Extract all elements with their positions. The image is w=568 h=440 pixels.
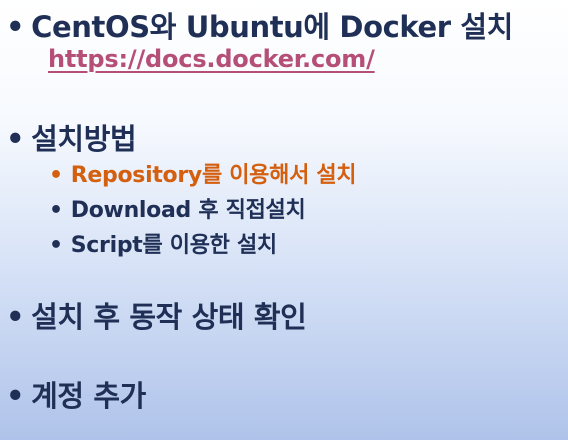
bullet-icon: • bbox=[6, 10, 25, 44]
docker-docs-link[interactable]: https://docs.docker.com/ bbox=[48, 45, 375, 73]
bullet-text: 계정 추가 bbox=[31, 379, 146, 413]
subbullet-repository-install: • Repository를 이용해서 설치 bbox=[49, 157, 357, 189]
bullet-icon: • bbox=[49, 233, 63, 258]
bullet-text: CentOS와 Ubuntu에 Docker 설치 bbox=[31, 10, 513, 44]
bullet-icon: • bbox=[49, 163, 63, 188]
subbullet-text: Download 후 직접설치 bbox=[70, 198, 306, 223]
subbullet-text: Repository를 이용해서 설치 bbox=[70, 163, 357, 188]
bullet-post-install-check: • 설치 후 동작 상태 확인 bbox=[6, 294, 307, 336]
subbullet-text: Script를 이용한 설치 bbox=[70, 233, 277, 258]
bullet-icon: • bbox=[49, 198, 63, 223]
bullet-icon: • bbox=[6, 379, 25, 413]
bullet-text: 설치 후 동작 상태 확인 bbox=[31, 300, 307, 334]
bullet-text: 설치방법 bbox=[31, 122, 137, 156]
subbullet-download-install: • Download 후 직접설치 bbox=[49, 192, 306, 224]
bullet-install-methods: • 설치방법 bbox=[6, 116, 137, 158]
bullet-icon: • bbox=[6, 300, 25, 334]
bullet-add-account: • 계정 추가 bbox=[6, 373, 146, 415]
bullet-icon: • bbox=[6, 122, 25, 156]
slide-canvas: • CentOS와 Ubuntu에 Docker 설치 https://docs.… bbox=[0, 0, 568, 440]
subbullet-script-install: • Script를 이용한 설치 bbox=[49, 227, 277, 259]
bullet-centos-ubuntu-docker-install: • CentOS와 Ubuntu에 Docker 설치 bbox=[6, 4, 513, 46]
